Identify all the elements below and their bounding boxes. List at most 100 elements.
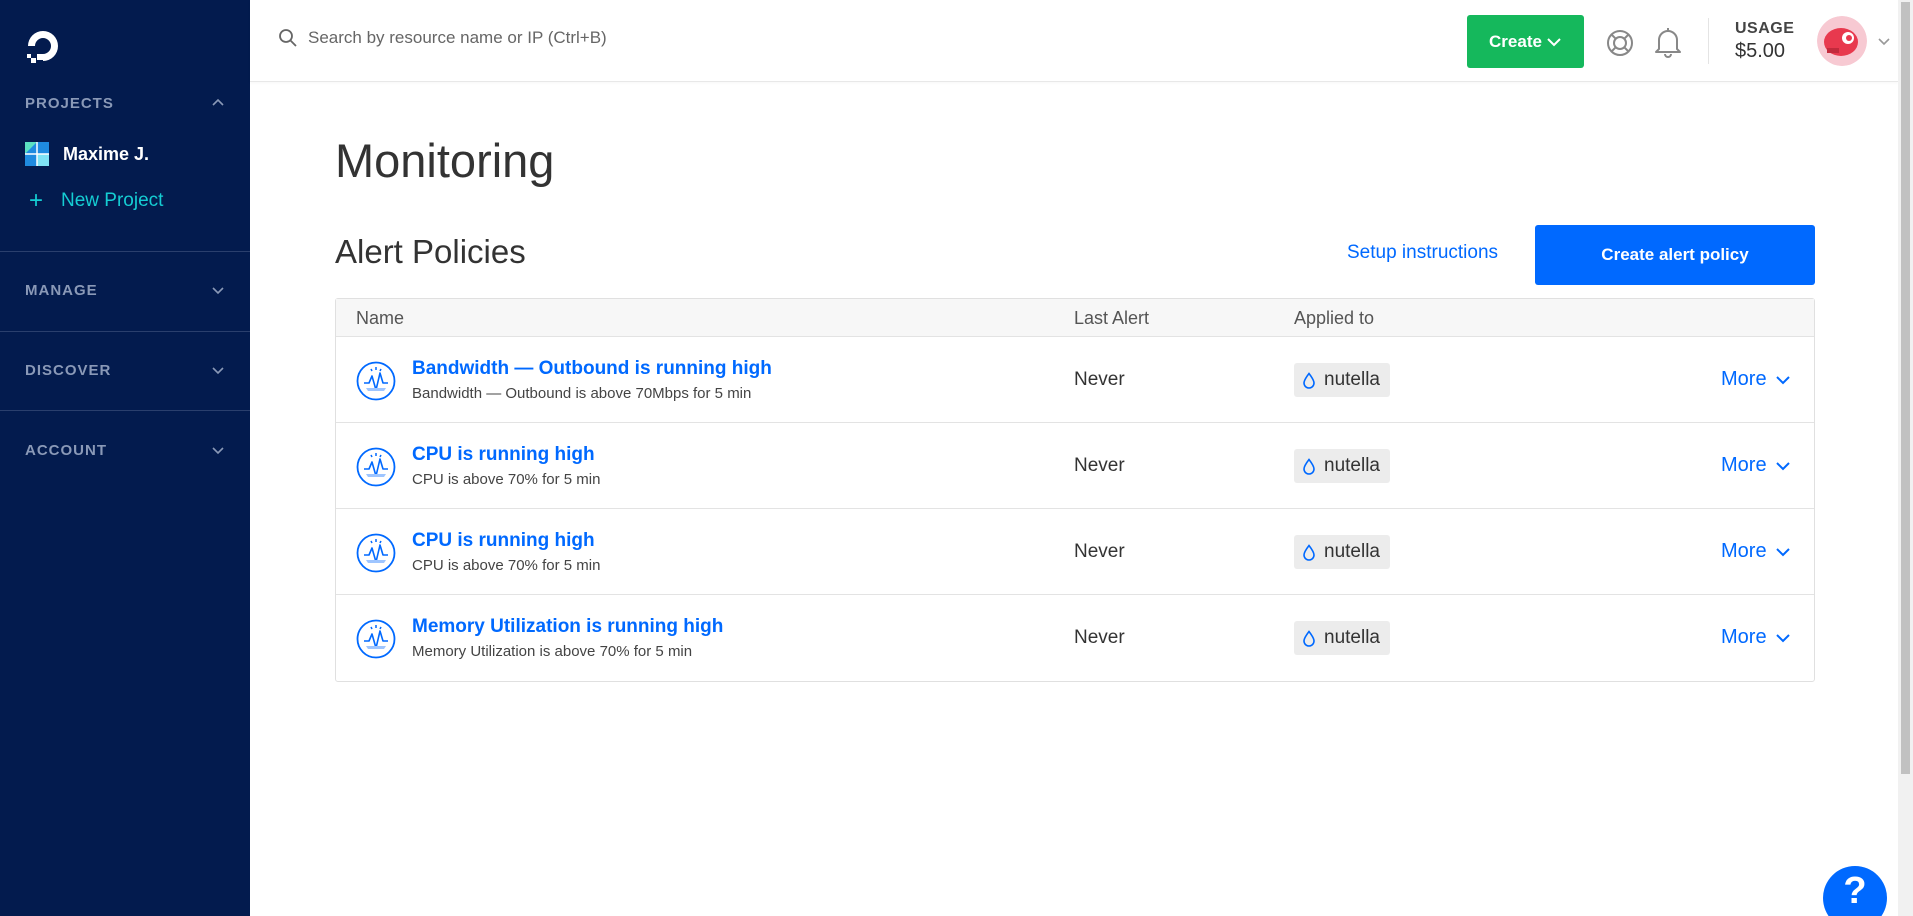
projects-header[interactable]: PROJECTS (0, 88, 250, 118)
more-label: More (1721, 454, 1767, 476)
new-project-button[interactable]: + New Project (25, 189, 163, 213)
droplet-icon (1303, 543, 1315, 561)
setup-instructions-link[interactable]: Setup instructions (1347, 242, 1498, 264)
more-label: More (1721, 368, 1767, 390)
divider (0, 251, 250, 252)
chevron-down-icon (212, 447, 224, 455)
alert-policies-table: Name Last Alert Applied to Bandwidth — O… (335, 298, 1815, 682)
bell-icon[interactable] (1653, 26, 1683, 58)
chevron-down-icon (1775, 461, 1790, 470)
applied-to-tag[interactable]: nutella (1294, 535, 1390, 569)
top-bar: Create USAGE $5.00 (250, 0, 1898, 82)
policy-title[interactable]: Memory Utilization is running high (412, 616, 723, 638)
applied-to-tag[interactable]: nutella (1294, 363, 1390, 397)
account-header[interactable]: ACCOUNT (0, 435, 250, 465)
discover-title: DISCOVER (25, 361, 112, 379)
monitor-alert-icon (356, 447, 396, 487)
more-dropdown[interactable]: More (1721, 454, 1791, 477)
more-dropdown[interactable]: More (1721, 368, 1791, 391)
policy-description: Memory Utilization is above 70% for 5 mi… (412, 643, 693, 660)
table-header: Name Last Alert Applied to (336, 299, 1814, 337)
tag-label: nutella (1324, 369, 1380, 390)
tag-label: nutella (1324, 627, 1380, 648)
applied-to-tag[interactable]: nutella (1294, 621, 1390, 655)
policy-title[interactable]: CPU is running high (412, 530, 595, 552)
search-icon (279, 29, 297, 47)
manage-title: MANAGE (25, 281, 98, 299)
droplet-icon (1303, 457, 1315, 475)
table-row: CPU is running high CPU is above 70% for… (336, 423, 1814, 509)
help-lifebuoy-icon[interactable] (1605, 28, 1635, 58)
chevron-down-icon (1775, 633, 1790, 642)
usage-display[interactable]: USAGE $5.00 (1735, 20, 1794, 63)
policy-description: CPU is above 70% for 5 min (412, 557, 601, 574)
chevron-down-icon (1547, 37, 1561, 46)
droplet-icon (1303, 629, 1315, 647)
tag-label: nutella (1324, 455, 1380, 476)
header-name[interactable]: Name (356, 308, 404, 329)
policy-title[interactable]: Bandwidth — Outbound is running high (412, 358, 772, 380)
sidebar: PROJECTS Maxime J. + New Project MANAGE … (0, 0, 250, 916)
divider (0, 410, 250, 411)
monitor-alert-icon (356, 361, 396, 401)
discover-header[interactable]: DISCOVER (0, 355, 250, 385)
search-bar (278, 28, 808, 48)
more-dropdown[interactable]: More (1721, 626, 1791, 649)
account-title: ACCOUNT (25, 441, 107, 459)
more-label: More (1721, 626, 1767, 648)
last-alert-value: Never (1074, 455, 1125, 476)
section-title: Alert Policies (335, 233, 526, 270)
create-label: Create (1489, 31, 1542, 51)
header-applied-to[interactable]: Applied to (1294, 308, 1374, 329)
tag-label: nutella (1324, 541, 1380, 562)
discover-section: DISCOVER (0, 355, 250, 385)
scrollbar-thumb[interactable] (1901, 2, 1910, 774)
separator (1708, 18, 1709, 64)
search-input[interactable] (308, 28, 808, 48)
header-last-alert[interactable]: Last Alert (1074, 308, 1149, 329)
monitor-alert-icon (356, 619, 396, 659)
new-project-label: New Project (61, 190, 164, 211)
chevron-down-icon (212, 367, 224, 375)
policy-description: Bandwidth — Outbound is above 70Mbps for… (412, 385, 752, 402)
chevron-up-icon (212, 98, 224, 106)
manage-section: MANAGE (0, 275, 250, 305)
last-alert-value: Never (1074, 541, 1125, 562)
last-alert-value: Never (1074, 369, 1125, 390)
page-title: Monitoring (335, 134, 555, 187)
projects-section: PROJECTS (0, 88, 250, 118)
table-row: Memory Utilization is running high Memor… (336, 595, 1814, 681)
project-icon (25, 142, 49, 166)
monitor-alert-icon (356, 533, 396, 573)
create-alert-policy-button[interactable]: Create alert policy (1535, 225, 1815, 285)
create-button[interactable]: Create (1467, 15, 1584, 68)
help-question-icon: ? (1843, 869, 1867, 912)
droplet-icon (1303, 371, 1315, 389)
logo-icon[interactable] (24, 28, 62, 66)
applied-to-tag[interactable]: nutella (1294, 449, 1390, 483)
scrollbar[interactable] (1898, 0, 1913, 916)
table-row: CPU is running high CPU is above 70% for… (336, 509, 1814, 595)
account-section: ACCOUNT (0, 435, 250, 465)
table-row: Bandwidth — Outbound is running high Ban… (336, 337, 1814, 423)
more-label: More (1721, 540, 1767, 562)
help-question-button[interactable]: ? (1823, 866, 1887, 916)
policy-title[interactable]: CPU is running high (412, 444, 595, 466)
last-alert-value: Never (1074, 627, 1125, 648)
avatar-image (1817, 16, 1867, 66)
usage-value: $5.00 (1735, 40, 1786, 62)
more-dropdown[interactable]: More (1721, 540, 1791, 563)
projects-title: PROJECTS (25, 94, 114, 112)
chevron-down-icon (212, 287, 224, 295)
chevron-down-icon (1775, 547, 1790, 556)
manage-header[interactable]: MANAGE (0, 275, 250, 305)
policy-description: CPU is above 70% for 5 min (412, 471, 601, 488)
chevron-down-icon[interactable] (1877, 34, 1891, 48)
chevron-down-icon (1775, 375, 1790, 384)
plus-icon: + (29, 187, 44, 214)
divider (0, 331, 250, 332)
usage-label: USAGE (1735, 20, 1795, 37)
project-name: Maxime J. (63, 143, 150, 164)
sidebar-item-project[interactable]: Maxime J. (25, 142, 149, 166)
avatar[interactable] (1817, 16, 1867, 66)
